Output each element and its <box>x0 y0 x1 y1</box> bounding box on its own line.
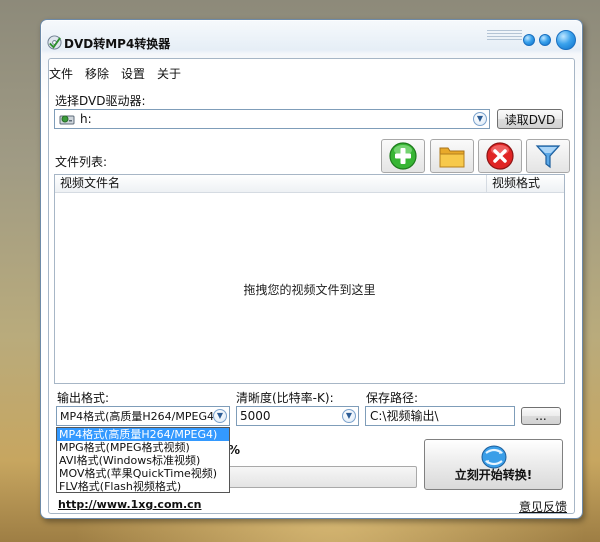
app-disc-icon <box>47 35 62 50</box>
add-file-button[interactable] <box>381 139 425 173</box>
menu-settings[interactable]: 设置 <box>121 64 145 84</box>
drive-label: 选择DVD驱动器: <box>55 94 146 108</box>
remove-icon <box>486 142 514 170</box>
browse-button[interactable]: ... <box>521 407 561 425</box>
column-video-format[interactable]: 视频格式 <box>487 175 564 193</box>
chevron-down-icon[interactable]: ▼ <box>473 112 487 126</box>
chevron-down-icon[interactable]: ▼ <box>213 409 227 423</box>
start-convert-button[interactable]: 立刻开始转换! <box>424 439 563 490</box>
bitrate-select[interactable]: 5000 ▼ <box>236 406 359 426</box>
format-option-flv[interactable]: FLV格式(Flash视频格式) <box>57 480 229 493</box>
format-option-avi[interactable]: AVI格式(Windows标准视频) <box>57 454 229 467</box>
drive-value: h: <box>80 112 92 126</box>
save-path-input[interactable]: C:\视频输出\ <box>365 406 515 426</box>
menu-file[interactable]: 文件 <box>49 64 73 84</box>
drop-hint: 拖拽您的视频文件到这里 <box>243 283 376 297</box>
add-file-icon <box>389 142 417 170</box>
maximize-button[interactable] <box>539 34 551 46</box>
menu-about[interactable]: 关于 <box>157 64 181 84</box>
minimize-button[interactable] <box>523 34 535 46</box>
format-option-mov[interactable]: MOV格式(苹果QuickTime视频) <box>57 467 229 480</box>
filter-icon <box>535 145 561 169</box>
output-format-select[interactable]: MP4格式(高质量H264/MPEG4) ▼ <box>56 406 230 426</box>
file-list-header: 视频文件名 视频格式 <box>55 175 564 193</box>
bitrate-value: 5000 <box>240 409 271 423</box>
menu-bar: 文件 移除 设置 关于 <box>49 64 193 84</box>
title-bar[interactable]: DVD转MP4转换器 <box>41 20 582 60</box>
drive-icon <box>59 115 75 125</box>
format-option-mpg[interactable]: MPG格式(MPEG格式视频) <box>57 441 229 454</box>
file-list[interactable]: 视频文件名 视频格式 拖拽您的视频文件到这里 <box>54 174 565 384</box>
close-button[interactable] <box>556 30 576 50</box>
open-folder-icon <box>439 147 465 168</box>
drive-select[interactable]: h: ▼ <box>54 109 490 129</box>
output-format-dropdown[interactable]: MP4格式(高质量H264/MPEG4) MPG格式(MPEG格式视频) AVI… <box>56 427 230 493</box>
column-video-filename[interactable]: 视频文件名 <box>55 175 487 193</box>
menu-remove[interactable]: 移除 <box>85 64 109 84</box>
filter-button[interactable] <box>526 139 570 173</box>
window-title: DVD转MP4转换器 <box>64 37 171 51</box>
output-format-label: 输出格式: <box>57 391 110 405</box>
website-link[interactable]: http://www.1xg.com.cn <box>58 498 202 511</box>
chevron-down-icon[interactable]: ▼ <box>342 409 356 423</box>
file-list-label: 文件列表: <box>55 155 108 169</box>
title-decoration <box>487 30 522 42</box>
open-folder-button[interactable] <box>430 139 474 173</box>
start-convert-label: 立刻开始转换! <box>454 468 533 482</box>
read-dvd-button[interactable]: 读取DVD <box>497 109 563 129</box>
remove-file-button[interactable] <box>478 139 522 173</box>
output-format-value: MP4格式(高质量H264/MPEG4) <box>60 410 213 423</box>
feedback-link[interactable]: 意见反馈 <box>519 498 567 515</box>
save-path-label: 保存路径: <box>366 391 419 405</box>
format-option-mp4[interactable]: MP4格式(高质量H264/MPEG4) <box>57 428 229 441</box>
bitrate-label: 清晰度(比特率-K): <box>236 391 334 405</box>
